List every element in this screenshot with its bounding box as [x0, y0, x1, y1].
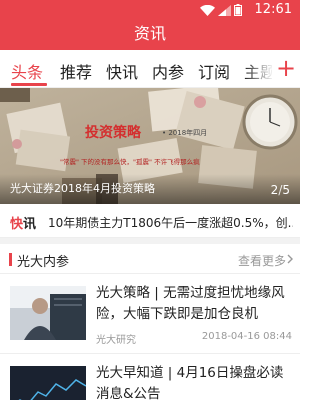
flash-label-second: 讯 [23, 217, 37, 232]
article-item[interactable]: 光大策略 | 无需过度担忧地缘风险，大幅下跌即是加仓良机 光大研究 2018-0… [0, 274, 300, 354]
tab-fade [244, 50, 274, 87]
banner-page-total: 5 [282, 183, 290, 197]
banner-heading: 投资策略 [85, 125, 141, 141]
page-title: 资讯 [133, 24, 166, 43]
banner-page-indicator: 2/5 [271, 183, 290, 197]
tab-bar: 头条 推荐 快讯 内参 订阅 主题 + [0, 50, 300, 88]
article-thumbnail [10, 286, 86, 340]
section-title: 光大内参 [17, 255, 70, 270]
add-tab-button[interactable]: + [272, 50, 300, 87]
tab-flash[interactable]: 快讯 [106, 59, 138, 83]
article-source: 光大研究 [96, 335, 136, 346]
status-icons [200, 4, 242, 16]
flash-label-first: 快 [10, 217, 24, 232]
banner-slogan: "常震" 下的没有那么快，"孤震" 不许飞得那么疯 [60, 158, 200, 166]
article-title: 光大策略 | 无需过度担忧地缘风险，大幅下跌即是加仓良机 [96, 285, 285, 322]
flash-text: 10年期债主力T1806午后一度涨超0.5%，创... [48, 216, 293, 230]
app-bar: 资讯 [0, 20, 300, 50]
active-tab-indicator [11, 83, 47, 86]
tab-headlines[interactable]: 头条 [11, 59, 43, 83]
section-header: 光大内参 查看更多 [0, 244, 300, 274]
tab-recommended[interactable]: 推荐 [60, 59, 92, 83]
article-thumbnail [10, 366, 86, 400]
status-bar: 12:61 [0, 0, 300, 20]
article-date: 2018-04-16 08:44 [201, 331, 292, 342]
flash-label: 快讯 [10, 213, 36, 232]
wifi-icon [200, 4, 215, 16]
banner-carousel[interactable]: 投资策略 • 2018年四月 "常震" 下的没有那么快，"孤震" 不许飞得那么疯… [0, 88, 300, 204]
signal-icon [218, 4, 231, 16]
section-accent-bar [9, 253, 12, 266]
tab-insider[interactable]: 内参 [152, 59, 184, 83]
chevron-right-icon[interactable] [284, 252, 296, 266]
article-item[interactable]: 光大早知道 | 4月16日操盘必读消息&公告 [0, 354, 300, 400]
view-more-link[interactable]: 查看更多 [238, 252, 286, 269]
status-time: 12:61 [254, 2, 292, 17]
battery-icon [234, 4, 242, 16]
article-title: 光大早知道 | 4月16日操盘必读消息&公告 [96, 365, 284, 400]
banner-date: • 2018年四月 [162, 129, 208, 137]
banner-page-separator: / [278, 183, 283, 197]
flash-news-ticker[interactable]: 快讯 10年期债主力T1806午后一度涨超0.5%，创... [0, 204, 300, 238]
banner-caption: 光大证券2018年4月投资策略 [10, 182, 155, 195]
tab-subscriptions[interactable]: 订阅 [198, 59, 230, 83]
